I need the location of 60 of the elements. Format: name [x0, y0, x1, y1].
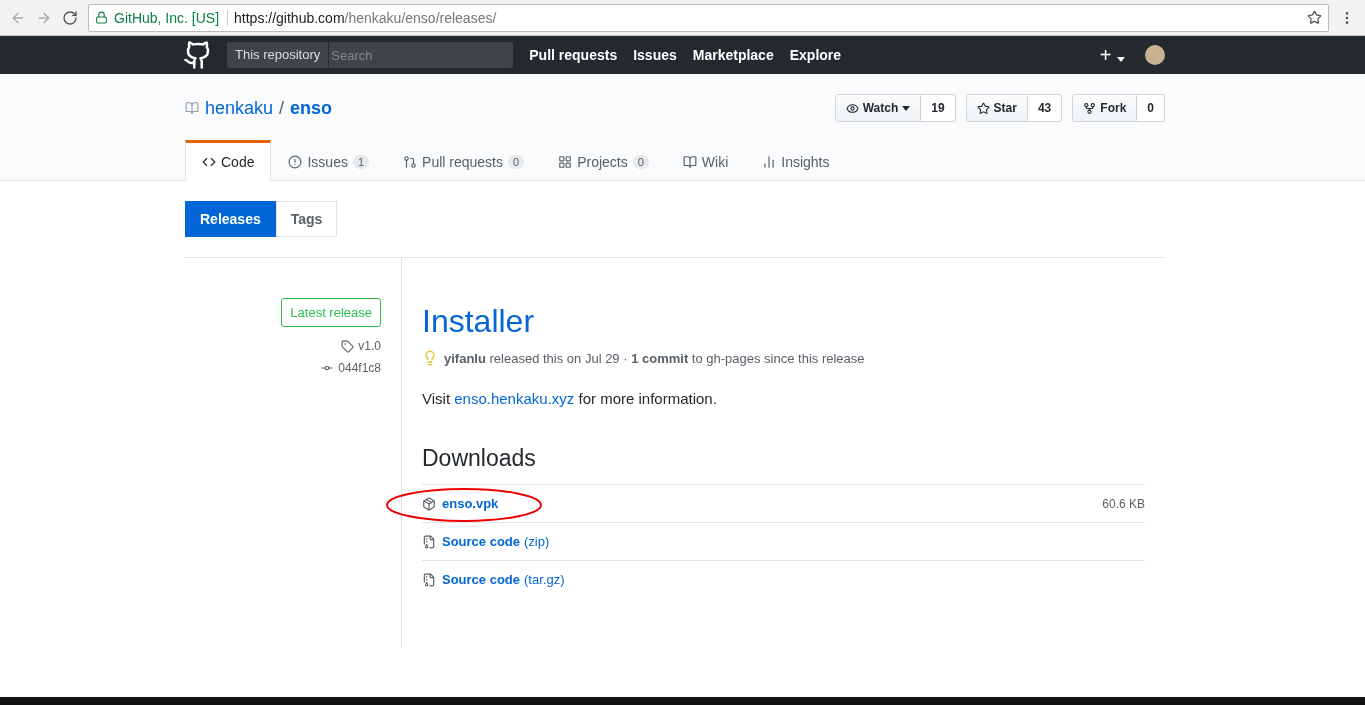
nav-link[interactable]: Marketplace: [692, 47, 774, 63]
download-link[interactable]: Source code (tar.gz): [442, 572, 565, 587]
repo-tab[interactable]: Wiki: [665, 140, 746, 181]
repo-tab[interactable]: Projects 0: [541, 140, 666, 181]
star-icon: [976, 101, 990, 115]
repo-tab[interactable]: Code: [185, 140, 272, 181]
url-text: https://github.com/henkaku/enso/releases/: [234, 9, 498, 26]
package-icon: [422, 496, 436, 511]
social-count[interactable]: 19: [921, 94, 956, 122]
projects-tab-icon: [558, 155, 573, 169]
wiki-tab-icon: [682, 155, 697, 169]
subnav-tab[interactable]: Releases: [185, 201, 276, 237]
tag-link[interactable]: v1.0: [358, 339, 381, 353]
release-description: Visit enso.henkaku.xyz for more information.: [422, 390, 718, 407]
caret-down-icon: [902, 105, 911, 111]
owner-link[interactable]: henkaku: [205, 97, 274, 119]
insights-tab-icon: [762, 155, 777, 169]
social-count[interactable]: 0: [1137, 94, 1165, 122]
latest-release-badge: Latest release: [281, 298, 381, 327]
reload-icon[interactable]: [62, 9, 78, 26]
path-separator: /: [279, 97, 285, 119]
release-title[interactable]: Installer: [422, 303, 1145, 340]
eye-icon: [845, 101, 859, 115]
lock-icon: [95, 11, 108, 24]
star-button[interactable]: Star: [965, 94, 1028, 122]
commit-link[interactable]: 044f1c8: [338, 361, 381, 375]
download-link[interactable]: Source code (zip): [442, 534, 550, 549]
security-label: GitHub, Inc. [US]: [114, 9, 229, 26]
search-field[interactable]: Search: [329, 42, 514, 68]
code-tab-icon: [202, 155, 216, 169]
address-bar[interactable]: GitHub, Inc. [US] https://github.com/henkaku/enso/releases/: [88, 3, 1329, 32]
watch-button[interactable]: Watch: [834, 94, 922, 122]
new-menu-button[interactable]: +: [1099, 43, 1125, 67]
repo-tab[interactable]: Issues 1: [271, 140, 387, 181]
downloads-heading: Downloads: [422, 445, 537, 472]
download-link[interactable]: enso.vpk: [442, 496, 499, 511]
nav-link[interactable]: Issues: [633, 47, 677, 63]
file-size: 60.6 KB: [1102, 496, 1145, 511]
nav-link[interactable]: Explore: [789, 47, 842, 63]
avatar-circle[interactable]: [1145, 45, 1165, 65]
fork-icon: [1083, 101, 1097, 115]
nav-link[interactable]: Pull requests: [529, 47, 618, 63]
subnav-tab[interactable]: Tags: [275, 201, 338, 237]
issues-tab-icon: [288, 155, 303, 169]
repo-tab[interactable]: Pull requests 0: [386, 140, 542, 181]
lightbulb-avatar-icon: [422, 350, 438, 366]
repo-name-link[interactable]: enso: [290, 97, 333, 119]
archive-file-icon: [422, 534, 436, 549]
scope-label: This repository: [227, 42, 329, 68]
site-link[interactable]: enso.henkaku.xyz: [454, 390, 575, 407]
release-meta: yifanlu released this on Jul 29 · 1 commit to gh-pages since this release: [444, 350, 865, 366]
bookmark-star-icon[interactable]: [1307, 10, 1322, 25]
pulls-tab-icon: [403, 155, 418, 169]
repo-tab[interactable]: Insights: [745, 140, 847, 181]
tag-icon: [341, 339, 355, 353]
repo-icon: [185, 101, 199, 115]
archive-file-icon: [422, 572, 436, 587]
social-count[interactable]: 43: [1027, 94, 1063, 122]
fork-button[interactable]: Fork: [1072, 94, 1138, 122]
caret-down-icon: [1117, 56, 1125, 62]
